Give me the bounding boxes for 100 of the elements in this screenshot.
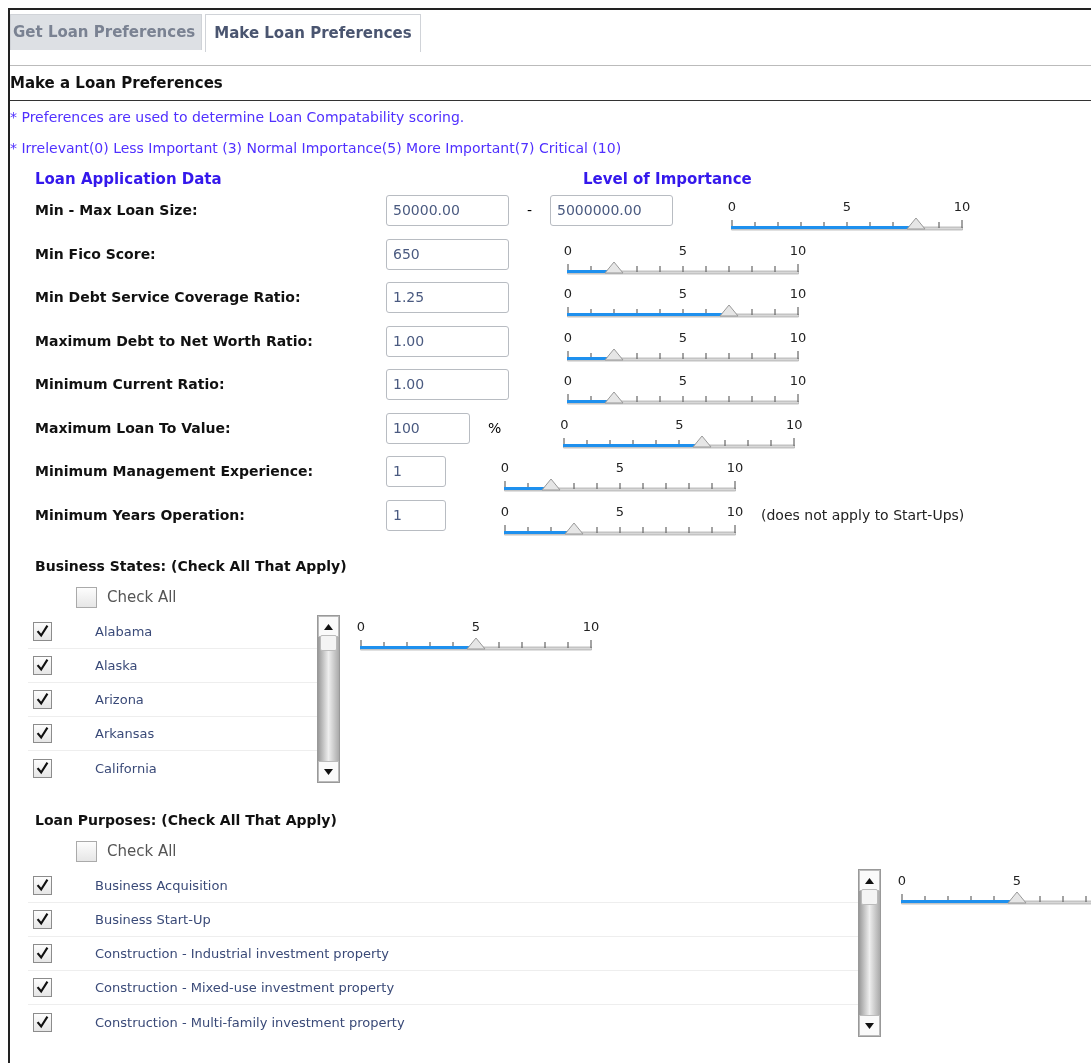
checkbox[interactable] xyxy=(76,840,97,862)
column-heading: Loan Application Data xyxy=(35,170,223,188)
scrollbar[interactable] xyxy=(858,869,881,1037)
slider-thumb[interactable] xyxy=(906,218,926,230)
checkbox[interactable] xyxy=(33,978,52,997)
section-heading: Business States: (Check All That Apply) xyxy=(35,557,348,576)
tick-label: 10 xyxy=(726,504,744,519)
tick-label: 0 xyxy=(563,330,573,345)
input-field[interactable]: 100 xyxy=(386,412,470,444)
tick-label: 5 xyxy=(615,461,625,475)
tick-label: 5 xyxy=(615,504,625,519)
tick-label: 0 xyxy=(727,200,737,214)
list-item[interactable]: Arizona xyxy=(95,692,144,707)
field-label: Min Debt Service Coverage Ratio: xyxy=(34,288,302,307)
slider[interactable] xyxy=(567,392,799,406)
list-item[interactable]: Arkansas xyxy=(95,726,155,741)
tick-label: 0 xyxy=(500,461,510,475)
slider[interactable] xyxy=(567,305,799,319)
field-label: Minimum Management Experience: xyxy=(34,462,315,481)
tick-label: 0 xyxy=(500,504,510,519)
tick-label: 5 xyxy=(678,243,688,258)
slider-thumb[interactable] xyxy=(564,522,584,535)
input-field[interactable]: 1.25 xyxy=(386,282,509,313)
input-field[interactable]: 1.00 xyxy=(386,325,509,357)
slider[interactable] xyxy=(731,218,963,232)
tick-label: 10 xyxy=(789,243,807,258)
unit-label: % xyxy=(488,418,502,438)
slider-thumb[interactable] xyxy=(604,261,624,274)
slider[interactable] xyxy=(504,479,736,493)
field-label: Minimum Current Ratio: xyxy=(34,375,226,394)
slider[interactable] xyxy=(567,261,799,276)
slider-thumb[interactable] xyxy=(719,305,739,317)
tick-label: 0 xyxy=(563,287,573,301)
list-item[interactable]: Business Start-Up xyxy=(95,912,211,927)
slider-thumb[interactable] xyxy=(466,638,486,650)
checkbox[interactable] xyxy=(33,876,52,895)
slider[interactable] xyxy=(360,638,592,652)
list-item[interactable]: Business Acquisition xyxy=(95,878,228,893)
input-field[interactable]: 1.00 xyxy=(386,369,509,400)
tick-label: 5 xyxy=(678,287,688,301)
input-field[interactable]: 1 xyxy=(386,456,446,487)
slider[interactable] xyxy=(567,348,799,363)
list-item[interactable]: California xyxy=(95,760,157,776)
list-item[interactable]: Construction - Multi-family investment property xyxy=(95,1014,405,1030)
checkbox[interactable] xyxy=(33,910,52,929)
field-label: Min Fico Score: xyxy=(34,244,157,264)
scrollbar[interactable] xyxy=(317,615,340,783)
tick-label: 10 xyxy=(953,200,971,214)
input-field[interactable]: 50000.00 xyxy=(386,195,509,226)
tick-label: 10 xyxy=(582,620,600,634)
checkbox[interactable] xyxy=(33,656,52,675)
scroll-up-icon[interactable] xyxy=(324,623,333,630)
scrollbar-thumb[interactable] xyxy=(320,635,337,651)
checkbox[interactable] xyxy=(33,944,52,963)
checkbox[interactable] xyxy=(33,622,52,641)
column-heading: Level of Importance xyxy=(583,170,752,188)
list-item[interactable]: Construction - Industrial investment property xyxy=(95,946,390,961)
tick-label: 0 xyxy=(356,620,366,634)
field-label: Minimum Years Operation: xyxy=(34,505,246,525)
note-text: * Preferences are used to determine Loan Compatability scoring. xyxy=(10,108,466,127)
note-text: * Irrelevant(0) Less Important (3) Normal Importance(5) More Important(7) Critical (10) xyxy=(10,139,623,158)
tick-label: 10 xyxy=(789,287,807,301)
tick-label: 5 xyxy=(675,417,684,432)
list-item[interactable]: Alabama xyxy=(95,624,153,639)
checkbox[interactable] xyxy=(33,1012,52,1032)
checkbox[interactable] xyxy=(33,724,52,743)
slider-thumb[interactable] xyxy=(692,435,713,448)
scroll-down-icon[interactable] xyxy=(324,768,333,775)
list-item[interactable]: Construction - Mixed-use investment property xyxy=(95,980,395,995)
scroll-up-icon[interactable] xyxy=(865,877,874,884)
check-all-label: Check All xyxy=(107,588,177,606)
section-heading: Loan Purposes: (Check All That Apply) xyxy=(35,811,338,830)
check-all-label: Check All xyxy=(107,842,177,860)
tick-label: 0 xyxy=(563,243,573,258)
slider[interactable] xyxy=(901,892,1091,906)
field-label: Min - Max Loan Size: xyxy=(34,201,199,220)
tick-label: 5 xyxy=(471,620,481,634)
tick-label: 5 xyxy=(842,200,852,214)
tab[interactable]: Make Loan Preferences xyxy=(205,14,421,52)
input-field[interactable]: 5000000.00 xyxy=(550,195,673,226)
scrollbar-thumb[interactable] xyxy=(861,889,878,905)
slider-thumb[interactable] xyxy=(541,479,561,491)
input-field[interactable]: 1 xyxy=(386,499,446,531)
checkbox[interactable] xyxy=(33,758,52,778)
scroll-down-icon[interactable] xyxy=(865,1022,874,1029)
slider[interactable] xyxy=(504,522,736,537)
checkbox[interactable] xyxy=(33,690,52,709)
tick-label: 10 xyxy=(789,330,807,345)
slider-thumb[interactable] xyxy=(604,348,624,361)
slider-thumb[interactable] xyxy=(1007,892,1027,904)
hint-text: (does not apply to Start-Ups) xyxy=(761,505,965,525)
slider-thumb[interactable] xyxy=(604,392,624,404)
list-item[interactable]: Alaska xyxy=(95,658,138,673)
tick-label: 0 xyxy=(563,374,573,388)
field-label: Maximum Debt to Net Worth Ratio: xyxy=(34,331,314,351)
slider[interactable] xyxy=(563,435,796,450)
tick-label: 5 xyxy=(678,374,688,388)
checkbox[interactable] xyxy=(76,586,97,608)
input-field[interactable]: 650 xyxy=(386,238,509,270)
tick-label: 5 xyxy=(1012,874,1022,888)
